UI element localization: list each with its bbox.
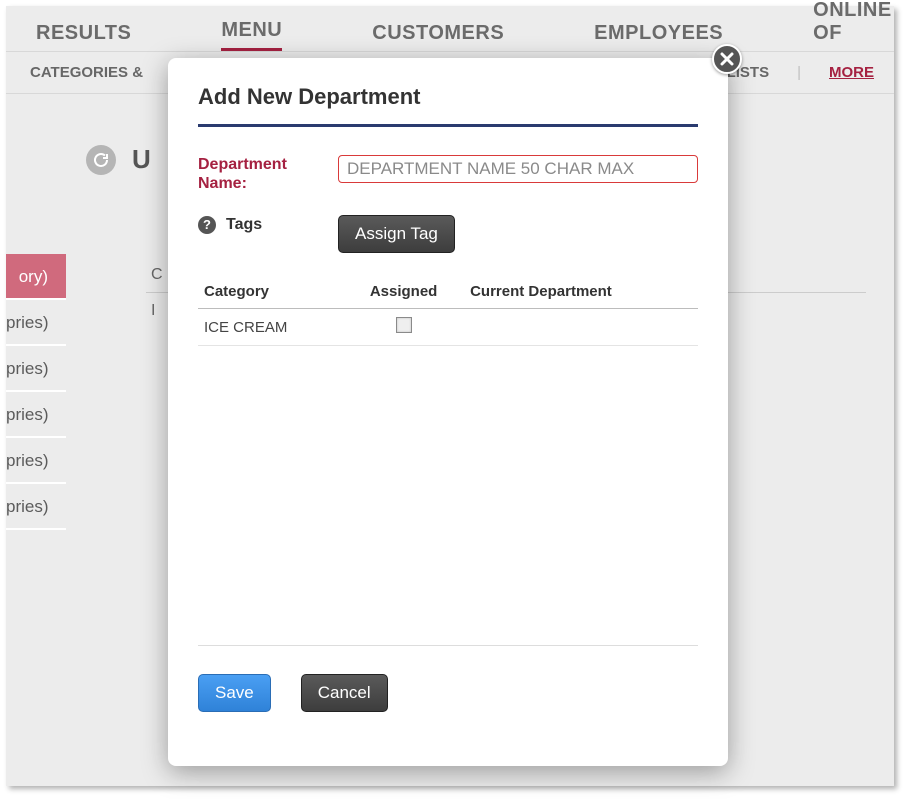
close-icon[interactable]	[712, 44, 742, 74]
cancel-button[interactable]: Cancel	[301, 674, 388, 712]
tab-results[interactable]: RESULTS	[36, 22, 131, 51]
modal-footer: Save Cancel	[198, 674, 698, 712]
dept-name-row: Department Name:	[198, 155, 698, 193]
assigned-checkbox[interactable]	[396, 317, 412, 333]
col-category: Category	[198, 275, 343, 309]
save-button[interactable]: Save	[198, 674, 271, 712]
top-tabs: RESULTS MENU CUSTOMERS EMPLOYEES ONLINE …	[6, 6, 894, 52]
modal-title: Add New Department	[198, 84, 698, 127]
sidebar-item-active[interactable]: ory)	[6, 254, 66, 300]
tab-online[interactable]: ONLINE OF	[813, 0, 894, 51]
sidebar-item[interactable]: pries)	[6, 346, 66, 392]
sidebar: ory) pries) pries) pries) pries) pries)	[6, 254, 66, 530]
dept-name-label: Department Name:	[198, 155, 338, 193]
modal-spacer	[198, 346, 698, 646]
tags-row: ? Tags Assign Tag	[198, 215, 698, 253]
table-row: ICE CREAM	[198, 309, 698, 346]
tags-label: Tags	[226, 215, 262, 234]
cell-current	[464, 309, 698, 346]
subtab-more[interactable]: MORE	[829, 64, 874, 81]
subtab-categories[interactable]: CATEGORIES &	[30, 64, 143, 81]
page-title: U	[132, 144, 151, 175]
dept-name-input[interactable]	[338, 155, 698, 183]
sidebar-item[interactable]: pries)	[6, 484, 66, 530]
bg-letter-c: C	[151, 266, 163, 284]
separator: |	[797, 64, 801, 81]
cell-category: ICE CREAM	[198, 309, 343, 346]
col-current-dept: Current Department	[464, 275, 698, 309]
bg-letter-i: I	[151, 302, 155, 320]
tags-label-wrap: ? Tags	[198, 215, 338, 234]
assign-tag-button[interactable]: Assign Tag	[338, 215, 455, 253]
sidebar-item[interactable]: pries)	[6, 300, 66, 346]
category-table: Category Assigned Current Department ICE…	[198, 275, 698, 346]
col-assigned: Assigned	[343, 275, 464, 309]
app-frame: RESULTS MENU CUSTOMERS EMPLOYEES ONLINE …	[6, 6, 894, 786]
cell-assigned	[343, 309, 464, 346]
help-icon[interactable]: ?	[198, 216, 216, 234]
refresh-icon[interactable]	[86, 145, 116, 175]
tab-employees[interactable]: EMPLOYEES	[594, 22, 723, 51]
add-department-modal: Add New Department Department Name: ? Ta…	[168, 58, 728, 766]
tab-customers[interactable]: CUSTOMERS	[372, 22, 504, 51]
tab-menu[interactable]: MENU	[221, 19, 282, 51]
sidebar-item[interactable]: pries)	[6, 392, 66, 438]
sidebar-item[interactable]: pries)	[6, 438, 66, 484]
